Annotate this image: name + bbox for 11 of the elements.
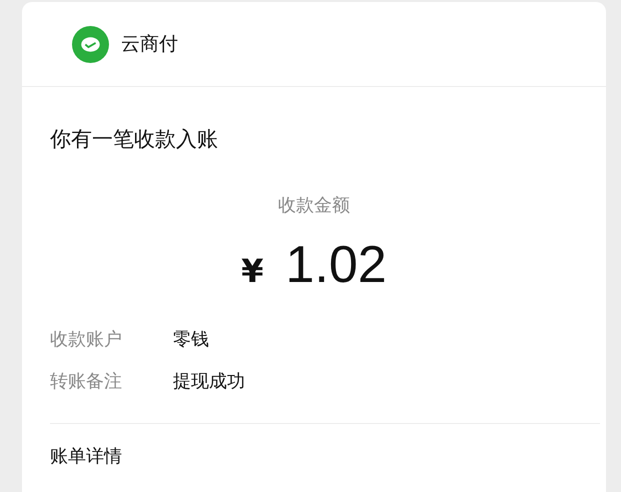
notice-title: 你有一笔收款入账: [50, 126, 219, 153]
bill-details-link[interactable]: 账单详情: [50, 446, 122, 467]
detail-label: 收款账户: [50, 328, 123, 351]
detail-value: 零钱: [173, 328, 209, 351]
app-name: 云商付: [121, 32, 178, 57]
amount-label: 收款金额: [277, 194, 351, 217]
detail-value: 提现成功: [173, 370, 245, 393]
detail-label: 转账备注: [50, 370, 123, 393]
wallet-check-icon: [72, 26, 109, 62]
currency-symbol: ¥: [241, 252, 264, 290]
amount-value: 1.02: [286, 235, 387, 295]
